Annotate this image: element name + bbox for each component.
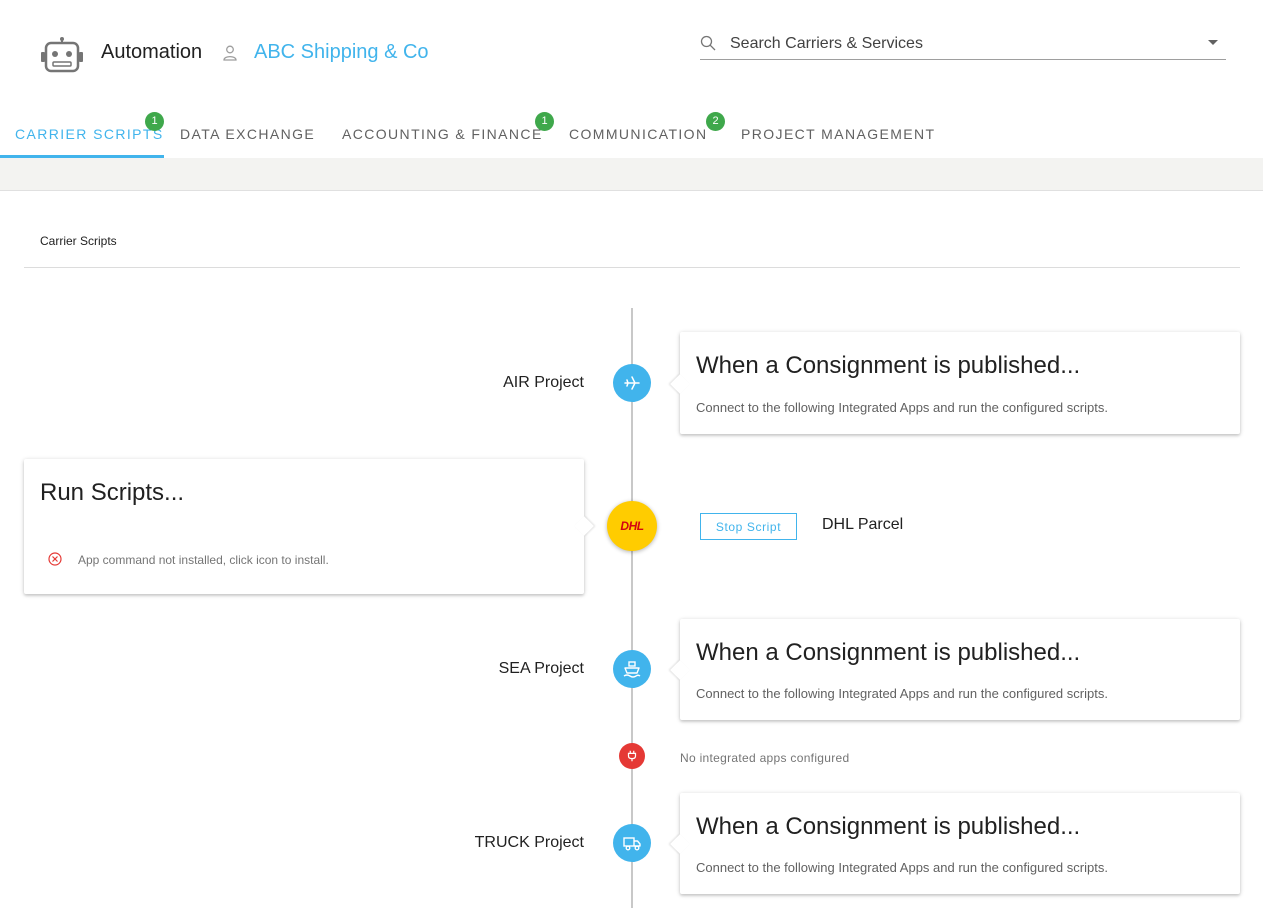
card-title: When a Consignment is published... xyxy=(696,352,1081,379)
tab-badge: 1 xyxy=(145,112,164,131)
tab-carrier-scripts[interactable]: CARRIER SCRIPTS xyxy=(15,110,164,158)
card-pointer xyxy=(670,834,690,854)
node-truck[interactable] xyxy=(613,824,651,862)
tab-badge: 2 xyxy=(706,112,725,131)
tab-label: COMMUNICATION xyxy=(569,126,708,142)
node-sea[interactable] xyxy=(613,650,651,688)
dhl-logo[interactable]: DHL xyxy=(607,501,657,551)
plane-icon xyxy=(624,376,640,390)
tab-badge: 1 xyxy=(535,112,554,131)
section-divider xyxy=(24,267,1240,268)
card-subtitle: Connect to the following Integrated Apps… xyxy=(696,860,1108,875)
card-title: Run Scripts... xyxy=(40,479,185,506)
consignment-card-air[interactable]: When a Consignment is published... Conne… xyxy=(670,332,1240,434)
card-pointer xyxy=(574,516,594,536)
consignment-card-truck[interactable]: When a Consignment is published... Conne… xyxy=(670,793,1240,894)
consignment-card-sea[interactable]: When a Consignment is published... Conne… xyxy=(670,619,1240,720)
toolbar-band xyxy=(0,158,1263,191)
app-title: Automation xyxy=(101,41,203,63)
project-label-sea: SEA Project xyxy=(498,660,584,677)
company-name[interactable]: ABC Shipping & Co xyxy=(254,41,429,64)
error-icon[interactable] xyxy=(48,552,62,566)
tab-label: ACCOUNTING & FINANCE xyxy=(342,126,543,142)
tab-bar: CARRIER SCRIPTS 1 DATA EXCHANGE ACCOUNTI… xyxy=(0,110,1263,158)
card-subtitle: Connect to the following Integrated Apps… xyxy=(696,686,1108,701)
tab-label: PROJECT MANAGEMENT xyxy=(741,126,936,142)
card-pointer xyxy=(670,660,690,680)
search-bar xyxy=(700,28,1226,60)
tab-project-management[interactable]: PROJECT MANAGEMENT xyxy=(741,110,936,158)
tab-label: CARRIER SCRIPTS xyxy=(15,126,164,142)
error-message: App command not installed, click icon to… xyxy=(78,553,329,567)
search-icon xyxy=(700,35,716,51)
project-label-truck: TRUCK Project xyxy=(474,834,584,851)
stop-script-button[interactable]: Stop Script xyxy=(700,513,797,540)
tab-label: DATA EXCHANGE xyxy=(180,126,316,142)
chevron-down-icon[interactable] xyxy=(1208,40,1218,45)
card-title: When a Consignment is published... xyxy=(696,639,1081,666)
search-input[interactable] xyxy=(730,32,1190,56)
node-air[interactable] xyxy=(613,364,651,402)
tab-data-exchange[interactable]: DATA EXCHANGE xyxy=(180,110,315,158)
user-icon xyxy=(223,45,237,61)
project-label-air: AIR Project xyxy=(503,374,584,391)
card-pointer xyxy=(670,374,690,394)
dhl-logo-text: DHL xyxy=(620,519,644,533)
plug-icon xyxy=(627,750,637,762)
tab-accounting-finance[interactable]: ACCOUNTING & FINANCE xyxy=(342,110,543,158)
tab-communication[interactable]: COMMUNICATION xyxy=(569,110,708,158)
carrier-name: DHL Parcel xyxy=(822,516,904,533)
card-subtitle: Connect to the following Integrated Apps… xyxy=(696,400,1108,415)
no-apps-message: No integrated apps configured xyxy=(680,751,850,765)
plug-node[interactable] xyxy=(619,743,645,769)
run-scripts-card[interactable]: Run Scripts... xyxy=(24,459,594,594)
robot-icon xyxy=(41,37,83,73)
section-title: Carrier Scripts xyxy=(40,234,117,248)
card-title: When a Consignment is published... xyxy=(696,813,1081,840)
truck-icon xyxy=(623,837,641,851)
ship-icon xyxy=(623,661,641,678)
